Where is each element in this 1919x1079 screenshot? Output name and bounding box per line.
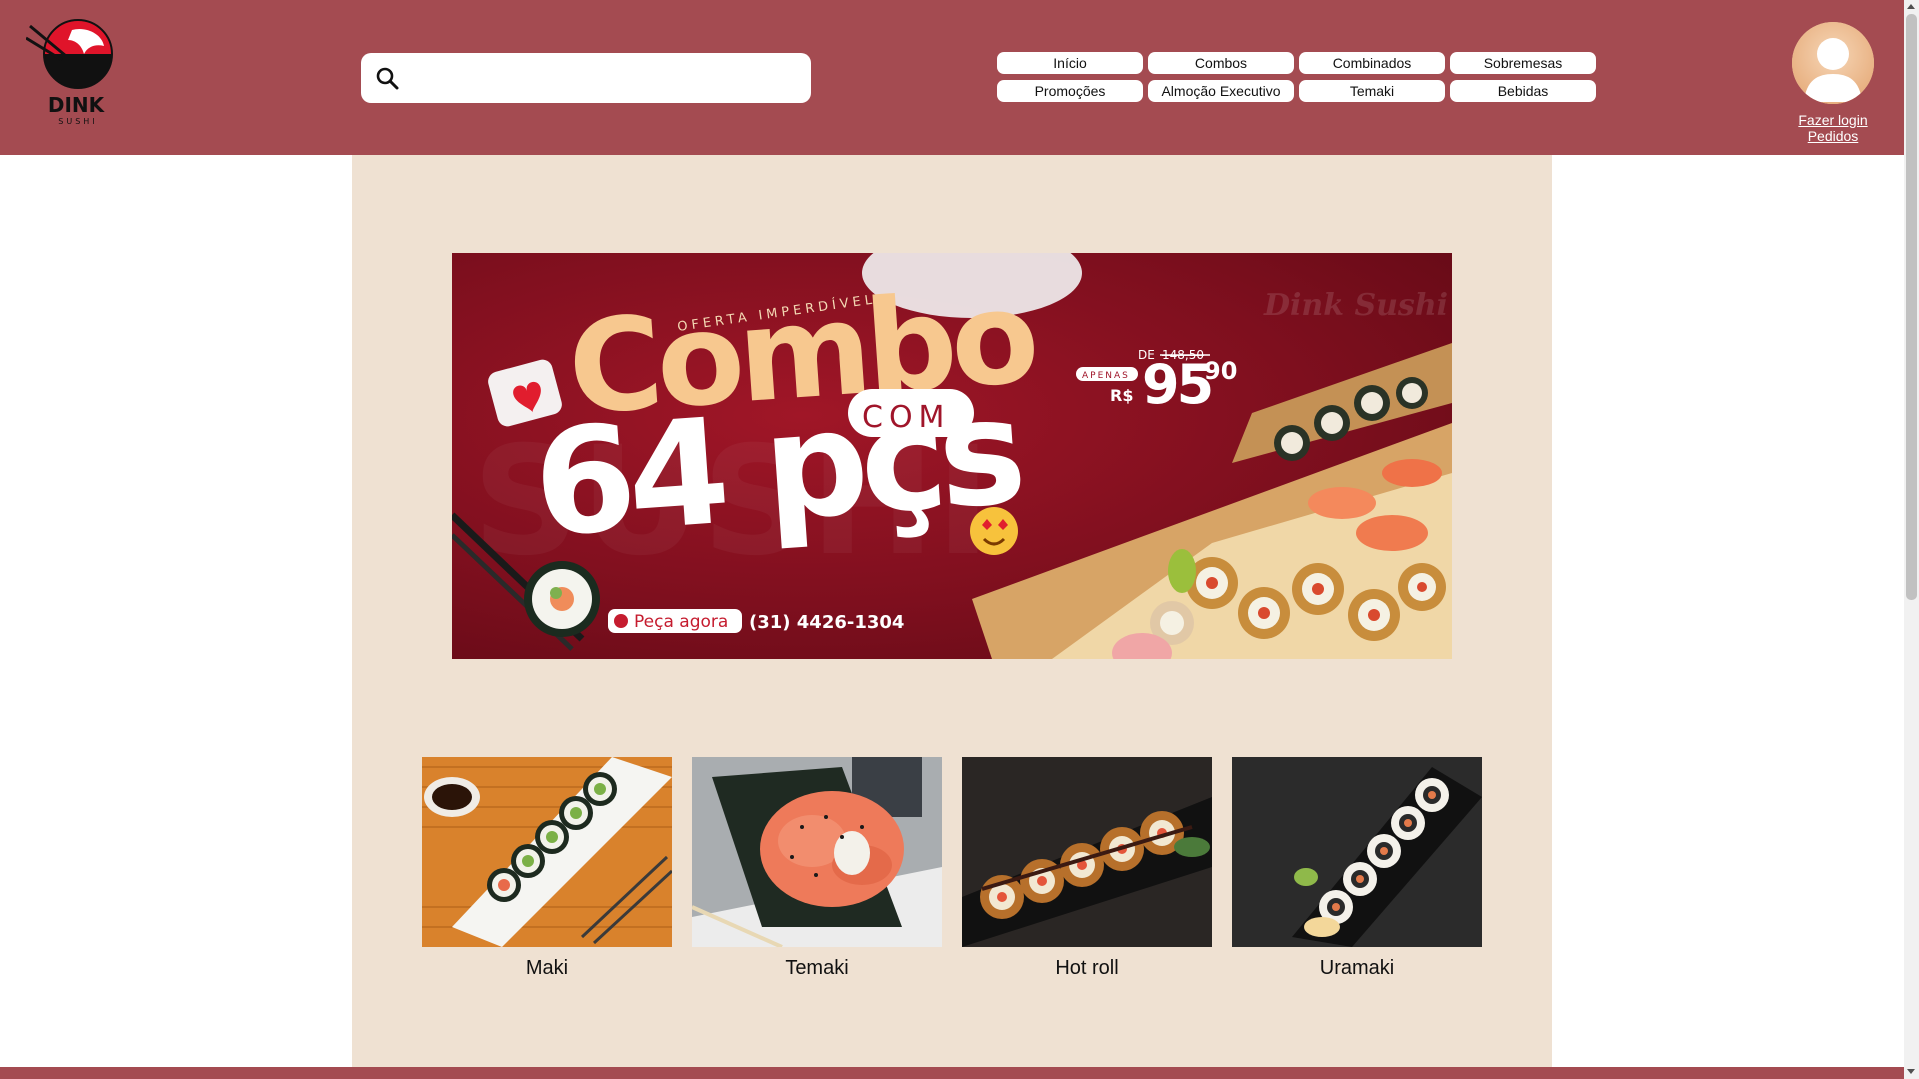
nav-inicio[interactable]: Início — [997, 52, 1143, 74]
main-nav: Início Combos Combinados Sobremesas Prom… — [997, 52, 1598, 102]
page-scrollbar[interactable] — [1904, 0, 1919, 1079]
search-bar — [361, 53, 811, 103]
category-card-maki[interactable]: Maki — [422, 757, 672, 980]
heart-eyes-emoji-icon — [970, 507, 1018, 555]
scrollbar-thumb[interactable] — [1906, 14, 1917, 600]
temaki-image — [692, 757, 942, 947]
nav-temaki[interactable]: Temaki — [1299, 80, 1445, 102]
main-content: SUSHI — [352, 155, 1552, 1069]
uramaki-image — [1232, 757, 1482, 947]
category-card-temaki[interactable]: Temaki — [692, 757, 942, 980]
search-input[interactable] — [411, 61, 791, 95]
category-label: Uramaki — [1319, 957, 1395, 979]
user-links: Fazer login Pedidos — [1770, 112, 1896, 144]
nav-bebidas[interactable]: Bebidas — [1450, 80, 1596, 102]
banner-count: 64 pçs — [529, 366, 1025, 569]
user-icon — [1792, 22, 1874, 104]
footer-bar — [0, 1067, 1904, 1079]
category-label: Hot roll — [1055, 957, 1119, 979]
price-int: 95 — [1142, 353, 1211, 416]
banner-cta: Peça agora — [634, 612, 728, 632]
nav-combinados[interactable]: Combinados — [1299, 52, 1445, 74]
promo-banner[interactable]: SUSHI — [452, 253, 1452, 659]
logo-tagline: SUSHI — [58, 117, 97, 126]
logo[interactable]: DINK SUSHI — [25, 16, 122, 128]
search-icon[interactable] — [375, 66, 401, 92]
header: DINK SUSHI Início Combos Combinados Sobr… — [0, 0, 1904, 155]
category-card-uramaki[interactable]: Uramaki — [1232, 757, 1482, 980]
hot-roll-image — [962, 757, 1212, 947]
price-dec: 90 — [1204, 357, 1237, 385]
nav-almoco-executivo[interactable]: Almoção Executivo — [1148, 80, 1294, 102]
phone-icon — [614, 614, 628, 628]
category-card-hot-roll[interactable]: Hot roll — [962, 757, 1212, 980]
logo-icon: DINK SUSHI — [25, 19, 113, 126]
nav-combos[interactable]: Combos — [1148, 52, 1294, 74]
scroll-up-icon[interactable] — [1907, 4, 1915, 9]
maki-image — [422, 757, 672, 947]
category-label: Temaki — [785, 957, 849, 979]
orders-link[interactable]: Pedidos — [1770, 128, 1896, 144]
banner-phone: (31) 4426-1304 — [749, 612, 904, 633]
nav-sobremesas[interactable]: Sobremesas — [1450, 52, 1596, 74]
promo-banner-art: SUSHI — [452, 253, 1452, 659]
page: DINK SUSHI Início Combos Combinados Sobr… — [0, 0, 1919, 1079]
user-avatar[interactable] — [1792, 22, 1874, 104]
price-currency: R$ — [1110, 386, 1133, 405]
category-label: Maki — [525, 957, 569, 979]
banner-brand-script: Dink Sushi — [1263, 288, 1448, 323]
login-link[interactable]: Fazer login — [1770, 112, 1896, 128]
scroll-down-icon[interactable] — [1907, 1069, 1915, 1074]
nav-promocoes[interactable]: Promoções — [997, 80, 1143, 102]
price-tag: APENAS — [1082, 371, 1130, 381]
category-list: Maki Temaki Hot roll Uramaki — [422, 757, 1482, 980]
logo-text: DINK — [48, 93, 106, 117]
